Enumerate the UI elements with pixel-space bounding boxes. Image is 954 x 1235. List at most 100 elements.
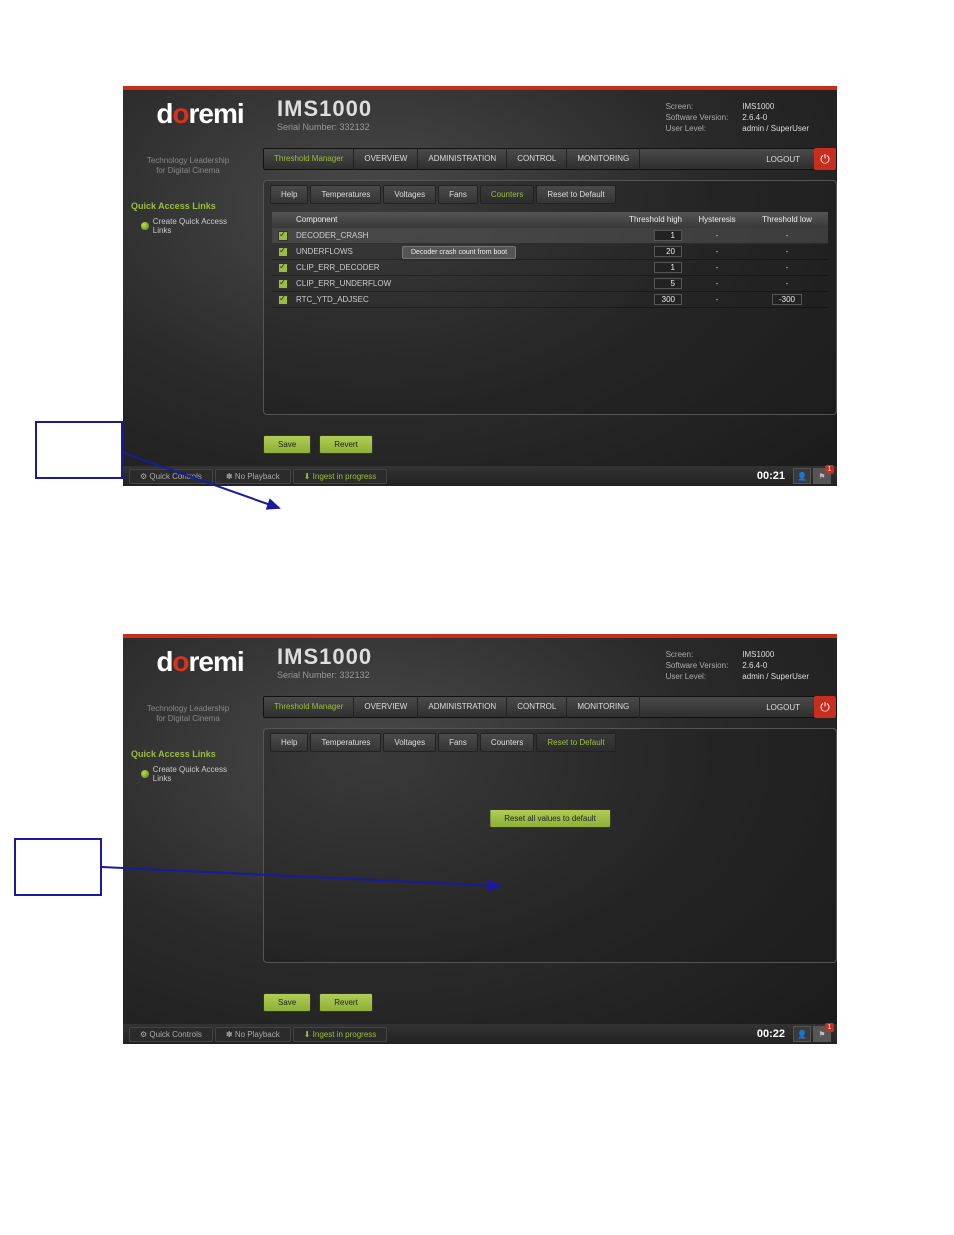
revert-button[interactable]: Revert [319, 993, 373, 1012]
row-checkbox[interactable] [278, 263, 288, 273]
tab-counters[interactable]: Counters [480, 733, 534, 752]
col-component: Component [296, 215, 612, 224]
nav-control[interactable]: CONTROL [507, 148, 567, 170]
threshold-high-input[interactable]: 5 [654, 278, 682, 289]
logo: doremi [156, 98, 243, 130]
revert-button[interactable]: Revert [319, 435, 373, 454]
threshold-table: Component Threshold high Hysteresis Thre… [272, 212, 828, 308]
content-panel: Help Temperatures Voltages Fans Counters… [263, 180, 837, 415]
pin-icon [141, 222, 149, 230]
main-area: Threshold Manager OVERVIEW ADMINISTRATIO… [263, 148, 837, 464]
table-row[interactable]: UNDERFLOWS 20 - - Decoder crash count fr… [272, 244, 828, 260]
save-button[interactable]: Save [263, 993, 311, 1012]
create-quick-access-link[interactable]: Create Quick Access Links [131, 217, 245, 235]
tab-voltages[interactable]: Voltages [383, 185, 436, 204]
col-threshold-high: Threshold high [612, 215, 682, 224]
col-threshold-low: Threshold low [752, 215, 822, 224]
table-row[interactable]: RTC_YTD_ADJSEC 300 - -300 [272, 292, 828, 308]
action-buttons: Save Revert [263, 435, 373, 454]
quick-access-title: Quick Access Links [131, 201, 245, 211]
table-header-row: Component Threshold high Hysteresis Thre… [272, 212, 828, 228]
table-row[interactable]: CLIP_ERR_UNDERFLOW 5 - - [272, 276, 828, 292]
table-row[interactable]: CLIP_ERR_DECODER 1 - - [272, 260, 828, 276]
nav-control[interactable]: CONTROL [507, 696, 567, 718]
screenshot-reset: doremi IMS1000 Serial Number: 332132 Scr… [123, 634, 837, 1044]
row-checkbox[interactable] [278, 279, 288, 289]
content-panel: Help Temperatures Voltages Fans Counters… [263, 728, 837, 963]
logo-block: doremi [135, 638, 265, 686]
tab-help[interactable]: Help [270, 733, 308, 752]
col-hysteresis: Hysteresis [682, 215, 752, 224]
threshold-low-input[interactable]: -300 [772, 294, 802, 305]
logo: doremi [156, 646, 243, 678]
serial-number: Serial Number: 332132 [277, 122, 372, 132]
action-buttons: Save Revert [263, 993, 373, 1012]
power-icon[interactable]: ⏻ [814, 696, 836, 718]
footer-quick-controls[interactable]: ⚙ Quick Controls [129, 469, 213, 484]
nav-bar: Threshold Manager OVERVIEW ADMINISTRATIO… [263, 696, 837, 718]
threshold-high-input[interactable]: 300 [654, 294, 682, 305]
create-quick-access-link[interactable]: Create Quick Access Links [131, 765, 245, 783]
tab-temperatures[interactable]: Temperatures [310, 733, 381, 752]
row-checkbox[interactable] [278, 247, 288, 257]
nav-monitoring[interactable]: MONITORING [567, 148, 640, 170]
header-info: Screen:IMS1000 Software Version:2.6.4-0 … [658, 100, 817, 135]
row-checkbox[interactable] [278, 295, 288, 305]
reset-all-button[interactable]: Reset all values to default [489, 809, 611, 828]
header: doremi IMS1000 Serial Number: 332132 Scr… [123, 638, 837, 686]
tab-help[interactable]: Help [270, 185, 308, 204]
title-block: IMS1000 Serial Number: 332132 [277, 96, 372, 132]
nav-overview[interactable]: OVERVIEW [354, 696, 418, 718]
tab-voltages[interactable]: Voltages [383, 733, 436, 752]
threshold-high-input[interactable]: 1 [654, 230, 682, 241]
product-title: IMS1000 [277, 96, 372, 122]
row-checkbox[interactable] [278, 231, 288, 241]
nav-administration[interactable]: ADMINISTRATION [418, 696, 507, 718]
pin-icon [141, 770, 149, 778]
power-icon[interactable]: ⏻ [814, 148, 836, 170]
screenshot-counters: doremi IMS1000 Serial Number: 332132 Scr… [123, 86, 837, 486]
save-button[interactable]: Save [263, 435, 311, 454]
tooltip: Decoder crash count from boot [402, 246, 516, 259]
tab-counters[interactable]: Counters [480, 185, 534, 204]
reset-block: Reset all values to default [489, 809, 611, 828]
tagline: Technology Leadershipfor Digital Cinema [131, 704, 245, 725]
logo-block: doremi [135, 90, 265, 138]
logout-link[interactable]: LOGOUT [752, 703, 814, 712]
footer-quick-controls[interactable]: ⚙ Quick Controls [129, 1027, 213, 1042]
footer-ingest[interactable]: ⬇ Ingest in progress [293, 1027, 388, 1042]
tab-bar: Help Temperatures Voltages Fans Counters… [264, 729, 836, 756]
nav-overview[interactable]: OVERVIEW [354, 148, 418, 170]
footer-no-playback[interactable]: ✽ No Playback [215, 1027, 291, 1042]
main-area: Threshold Manager OVERVIEW ADMINISTRATIO… [263, 696, 837, 1022]
logout-link[interactable]: LOGOUT [752, 155, 814, 164]
table-row[interactable]: DECODER_CRASH 1 - - [272, 228, 828, 244]
footer-bar: ⚙ Quick Controls ✽ No Playback ⬇ Ingest … [123, 466, 837, 486]
nav-monitoring[interactable]: MONITORING [567, 696, 640, 718]
tab-temperatures[interactable]: Temperatures [310, 185, 381, 204]
nav-threshold-manager[interactable]: Threshold Manager [264, 148, 354, 170]
flag-icon[interactable]: ⚑ [813, 1026, 831, 1042]
tagline: Technology Leadershipfor Digital Cinema [131, 156, 245, 177]
threshold-high-input[interactable]: 1 [654, 262, 682, 273]
nav-bar: Threshold Manager OVERVIEW ADMINISTRATIO… [263, 148, 837, 170]
footer-ingest[interactable]: ⬇ Ingest in progress [293, 469, 388, 484]
sidebar: Technology Leadershipfor Digital Cinema … [123, 146, 253, 245]
user-icon[interactable]: 👤 [793, 1026, 811, 1042]
serial-number: Serial Number: 332132 [277, 670, 372, 680]
nav-threshold-manager[interactable]: Threshold Manager [264, 696, 354, 718]
tab-reset-to-default[interactable]: Reset to Default [536, 733, 615, 752]
tab-bar: Help Temperatures Voltages Fans Counters… [264, 181, 836, 208]
tab-fans[interactable]: Fans [438, 185, 478, 204]
quick-access-title: Quick Access Links [131, 749, 245, 759]
callout-box [35, 421, 123, 479]
threshold-high-input[interactable]: 20 [654, 246, 682, 257]
tab-fans[interactable]: Fans [438, 733, 478, 752]
flag-icon[interactable]: ⚑ [813, 468, 831, 484]
user-icon[interactable]: 👤 [793, 468, 811, 484]
footer-no-playback[interactable]: ✽ No Playback [215, 469, 291, 484]
header: doremi IMS1000 Serial Number: 332132 Scr… [123, 90, 837, 138]
tab-reset-to-default[interactable]: Reset to Default [536, 185, 615, 204]
nav-administration[interactable]: ADMINISTRATION [418, 148, 507, 170]
header-info: Screen:IMS1000 Software Version:2.6.4-0 … [658, 648, 817, 683]
